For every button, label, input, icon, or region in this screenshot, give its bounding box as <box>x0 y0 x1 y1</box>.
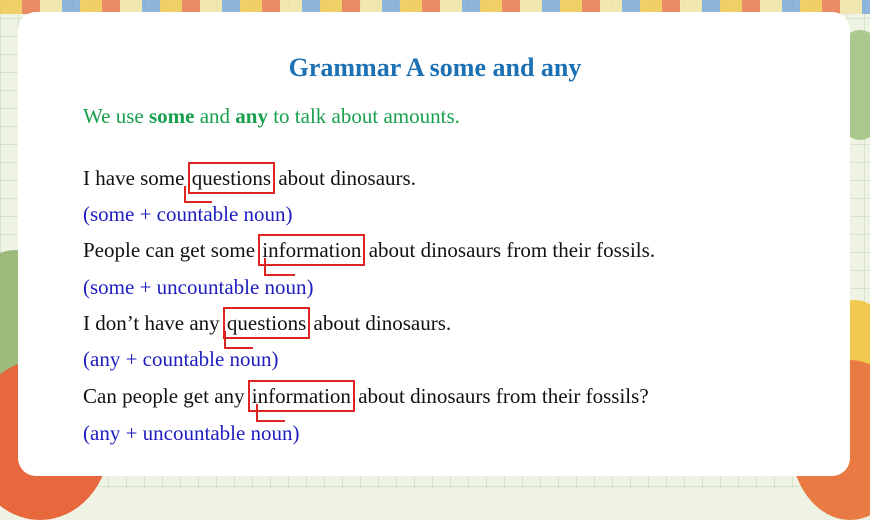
intro-any: any <box>235 104 268 128</box>
sentence-before: I have some <box>83 166 190 190</box>
sentence-before: Can people get any <box>83 384 250 408</box>
intro-suffix: to talk about amounts. <box>267 104 460 128</box>
example-note-4: (any + uncountable noun) <box>83 421 300 445</box>
example-sentence-4: Can people get any information about din… <box>83 380 649 412</box>
sentence-after: about dinosaurs. <box>273 166 416 190</box>
sentence-after: about dinosaurs from their fossils. <box>363 238 656 262</box>
example-note-2: (some + uncountable noun) <box>83 275 314 299</box>
example-note-3: (any + countable noun) <box>83 347 279 371</box>
example-sentence-2: People can get some information about di… <box>83 234 656 266</box>
intro-some: some <box>148 104 195 128</box>
example-note-1: (some + countable noun) <box>83 202 293 226</box>
sentence-before: People can get some <box>83 238 261 262</box>
sentence-before: I don’t have any <box>83 311 225 335</box>
slide-title: Grammar A some and any <box>288 53 582 82</box>
intro-prefix: We use <box>83 104 149 128</box>
intro-sentence: We use some and any to talk about amount… <box>83 102 460 130</box>
example-sentence-1: I have some questions about dinosaurs. <box>83 162 416 194</box>
example-sentence-3: I don’t have any questions about dinosau… <box>83 307 452 339</box>
sentence-after: about dinosaurs. <box>308 311 452 335</box>
intro-middle: and <box>194 104 236 128</box>
sentence-after: about dinosaurs from their fossils? <box>352 384 649 408</box>
